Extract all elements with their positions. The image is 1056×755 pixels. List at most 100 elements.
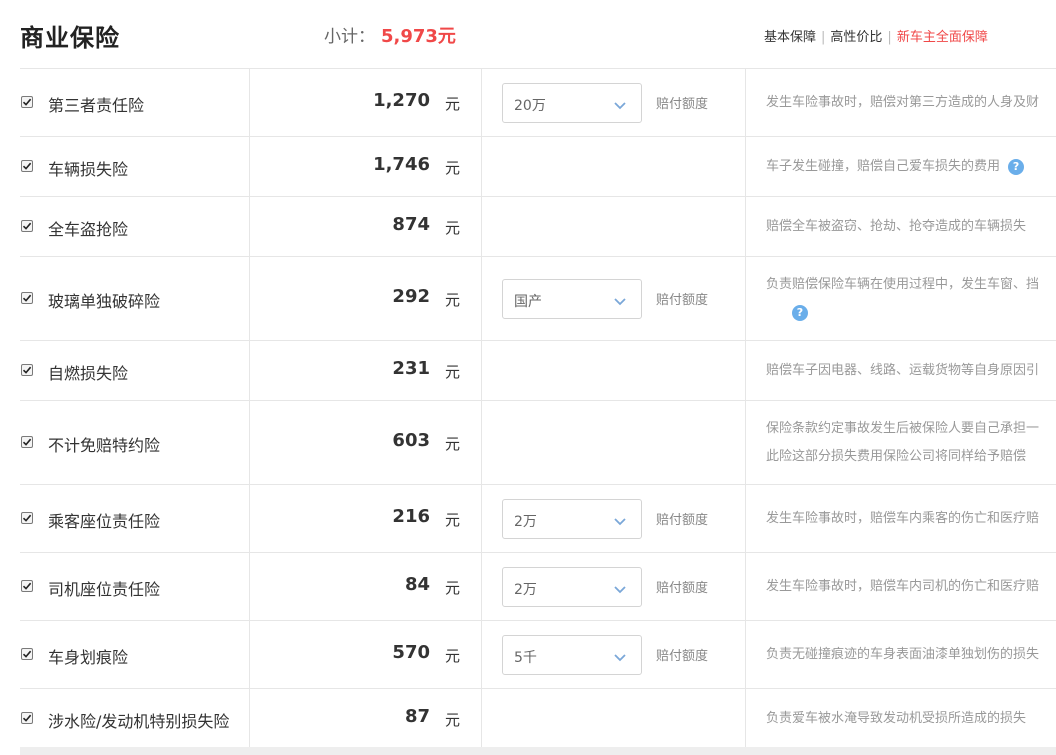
plan-comprehensive-link[interactable]: 新车主全面保障 bbox=[897, 30, 988, 45]
insurance-description: 发生车险事故时，赔偿车内乘客的伤亡和医疗赔 bbox=[766, 505, 1056, 533]
insurance-price: 1,270 bbox=[373, 90, 430, 111]
chevron-down-icon bbox=[613, 97, 627, 111]
insurance-description: 负责赔偿保险车辆在使用过程中，发生车窗、挡? bbox=[766, 271, 1056, 327]
coverage-select[interactable]: 国产 bbox=[502, 279, 642, 319]
plan-divider: | bbox=[821, 30, 826, 45]
coverage-label: 赔付额度 bbox=[656, 649, 709, 664]
checkbox-checked-icon[interactable] bbox=[21, 512, 33, 524]
table-row: 第三者责任险 1,270 元 20万 赔付额度 发生车险事故时，赔偿对第三方造成的人身及财 bbox=[20, 69, 1056, 137]
coverage-select-value: 国产 bbox=[514, 294, 542, 310]
subtotal: 小计： 5,973元 bbox=[324, 22, 456, 48]
insurance-price: 216 bbox=[392, 506, 430, 527]
description-line: 负责爱车被水淹导致发动机受损所造成的损失 bbox=[766, 711, 1027, 726]
table-row: 全车盗抢险 874 元 赔偿全车被盗窃、抢劫、抢夺造成的车辆损失 bbox=[20, 197, 1056, 257]
insurance-name: 自燃损失险 bbox=[48, 364, 129, 383]
table-row: 玻璃单独破碎险 292 元 国产 赔付额度 负责赔偿保险车辆在使用过程中，发生车窗、挡? bbox=[20, 257, 1056, 341]
coverage-select-value: 5千 bbox=[514, 650, 537, 666]
price-unit: 元 bbox=[445, 711, 461, 729]
description-line: 负责赔偿保险车辆在使用过程中，发生车窗、挡 bbox=[766, 277, 1040, 292]
plan-basic-link[interactable]: 基本保障 bbox=[764, 30, 816, 45]
insurance-name: 第三者责任险 bbox=[48, 96, 145, 115]
page-header: 商业保险 小计： 5,973元 基本保障 | 高性价比 | 新车主全面保障 bbox=[0, 0, 1056, 69]
subtotal-amount: 5,973元 bbox=[381, 26, 456, 47]
table-row: 车身划痕险 570 元 5千 赔付额度 负责无碰撞痕迹的车身表面油漆单独划伤的损失 bbox=[20, 621, 1056, 689]
plan-selector: 基本保障 | 高性价比 | 新车主全面保障 bbox=[764, 26, 988, 45]
table-row: 车辆损失险 1,746 元 车子发生碰撞，赔偿自己爱车损失的费用? bbox=[20, 137, 1056, 197]
chevron-down-icon bbox=[613, 649, 627, 663]
subtotal-label: 小计： bbox=[324, 27, 375, 47]
insurance-price: 292 bbox=[392, 286, 430, 307]
table-row: 不计免赔特约险 603 元 保险条款约定事故发生后被保险人要自己承担一 此险这部分损失费… bbox=[20, 401, 1056, 485]
coverage-select[interactable]: 20万 bbox=[502, 83, 642, 123]
description-line: 赔偿全车被盗窃、抢劫、抢夺造成的车辆损失 bbox=[766, 219, 1027, 234]
table-row: 自燃损失险 231 元 赔偿车子因电器、线路、运载货物等自身原因引 bbox=[20, 341, 1056, 401]
price-unit: 元 bbox=[445, 363, 461, 381]
price-unit: 元 bbox=[445, 159, 461, 177]
price-unit: 元 bbox=[445, 219, 461, 237]
insurance-name: 司机座位责任险 bbox=[48, 580, 161, 599]
table-row: 司机座位责任险 84 元 2万 赔付额度 发生车险事故时，赔偿车内司机的伤亡和医疗赔 bbox=[20, 553, 1056, 621]
insurance-description: 负责无碰撞痕迹的车身表面油漆单独划伤的损失 bbox=[766, 641, 1056, 669]
description-line: 负责无碰撞痕迹的车身表面油漆单独划伤的损失 bbox=[766, 647, 1040, 662]
coverage-label: 赔付额度 bbox=[656, 581, 709, 596]
checkbox-checked-icon[interactable] bbox=[21, 160, 33, 172]
coverage-select[interactable]: 2万 bbox=[502, 567, 642, 607]
insurance-price: 874 bbox=[392, 214, 430, 235]
price-unit: 元 bbox=[445, 511, 461, 529]
checkbox-checked-icon[interactable] bbox=[21, 436, 33, 448]
insurance-name: 全车盗抢险 bbox=[48, 220, 129, 239]
description-line: 发生车险事故时，赔偿对第三方造成的人身及财 bbox=[766, 95, 1040, 110]
insurance-name: 玻璃单独破碎险 bbox=[48, 292, 161, 311]
insurance-description: 车子发生碰撞，赔偿自己爱车损失的费用? bbox=[766, 153, 1056, 181]
coverage-select[interactable]: 5千 bbox=[502, 635, 642, 675]
checkbox-checked-icon[interactable] bbox=[21, 580, 33, 592]
coverage-select-value: 2万 bbox=[514, 514, 537, 530]
insurance-price: 231 bbox=[392, 358, 430, 379]
insurance-name: 不计免赔特约险 bbox=[48, 436, 161, 455]
checkbox-checked-icon[interactable] bbox=[21, 364, 33, 376]
price-unit: 元 bbox=[445, 95, 461, 113]
insurance-price: 87 bbox=[404, 706, 430, 727]
insurance-table: 第三者责任险 1,270 元 20万 赔付额度 发生车险事故时，赔偿对第三方造成的人身及财… bbox=[20, 68, 1056, 749]
description-line: 车子发生碰撞，赔偿自己爱车损失的费用 bbox=[766, 159, 1001, 174]
coverage-select[interactable]: 2万 bbox=[502, 499, 642, 539]
insurance-price: 1,746 bbox=[373, 154, 430, 175]
checkbox-checked-icon[interactable] bbox=[21, 96, 33, 108]
page-title: 商业保险 bbox=[20, 24, 120, 52]
insurance-name: 车身划痕险 bbox=[48, 648, 129, 667]
chevron-down-icon bbox=[613, 293, 627, 307]
table-footer bbox=[20, 747, 1056, 755]
description-line: 赔偿车子因电器、线路、运载货物等自身原因引 bbox=[766, 363, 1040, 378]
insurance-description: 保险条款约定事故发生后被保险人要自己承担一 此险这部分损失费用保险公司将同样给予赔… bbox=[766, 415, 1056, 471]
coverage-label: 赔付额度 bbox=[656, 293, 709, 308]
coverage-select-value: 2万 bbox=[514, 582, 537, 598]
chevron-down-icon bbox=[613, 581, 627, 595]
checkbox-checked-icon[interactable] bbox=[21, 220, 33, 232]
insurance-description: 发生车险事故时，赔偿对第三方造成的人身及财 bbox=[766, 89, 1056, 117]
insurance-description: 发生车险事故时，赔偿车内司机的伤亡和医疗赔 bbox=[766, 573, 1056, 601]
insurance-name: 涉水险/发动机特别损失险 bbox=[48, 712, 230, 731]
question-mark-icon[interactable]: ? bbox=[1008, 159, 1025, 175]
price-unit: 元 bbox=[445, 291, 461, 309]
coverage-label: 赔付额度 bbox=[656, 97, 709, 112]
plan-divider: | bbox=[887, 30, 892, 45]
insurance-price: 84 bbox=[404, 574, 430, 595]
chevron-down-icon bbox=[613, 513, 627, 527]
plan-value-link[interactable]: 高性价比 bbox=[830, 30, 882, 45]
checkbox-checked-icon[interactable] bbox=[21, 712, 33, 724]
coverage-select-value: 20万 bbox=[514, 98, 546, 114]
checkbox-checked-icon[interactable] bbox=[21, 292, 33, 304]
description-line: 发生车险事故时，赔偿车内司机的伤亡和医疗赔 bbox=[766, 579, 1040, 594]
insurance-price: 570 bbox=[392, 642, 430, 663]
price-unit: 元 bbox=[445, 647, 461, 665]
table-row: 乘客座位责任险 216 元 2万 赔付额度 发生车险事故时，赔偿车内乘客的伤亡和医疗赔 bbox=[20, 485, 1056, 553]
price-unit: 元 bbox=[445, 579, 461, 597]
checkbox-checked-icon[interactable] bbox=[21, 648, 33, 660]
insurance-price: 603 bbox=[392, 430, 430, 451]
insurance-description: 赔偿全车被盗窃、抢劫、抢夺造成的车辆损失 bbox=[766, 213, 1056, 241]
question-mark-icon[interactable]: ? bbox=[792, 304, 808, 321]
coverage-label: 赔付额度 bbox=[656, 513, 709, 528]
insurance-description: 赔偿车子因电器、线路、运载货物等自身原因引 bbox=[766, 357, 1056, 385]
description-line: 此险这部分损失费用保险公司将同样给予赔偿 bbox=[766, 449, 1027, 464]
table-row: 涉水险/发动机特别损失险 87 元 负责爱车被水淹导致发动机受损所造成的损失 bbox=[20, 689, 1056, 749]
